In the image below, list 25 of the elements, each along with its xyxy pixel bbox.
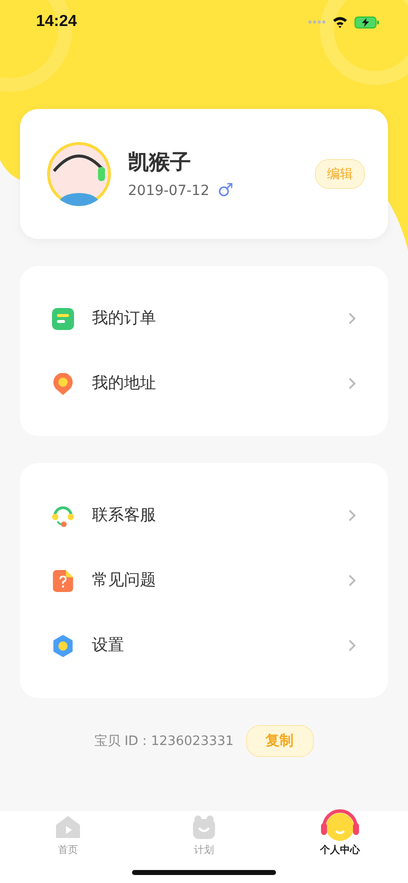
birthday: 2019-07-12 (128, 183, 210, 199)
question-note-icon (52, 570, 74, 592)
avatar (46, 141, 112, 207)
menu-item[interactable]: 我的订单 (20, 286, 388, 351)
baby-id: 宝贝 ID : 1236023331 (94, 733, 234, 750)
chevron-right-icon (348, 574, 356, 587)
battery-icon (354, 16, 380, 28)
document-icon (52, 308, 74, 330)
settings-icon (52, 634, 74, 656)
location-pin-icon (52, 372, 74, 394)
chevron-right-icon (348, 377, 356, 390)
chevron-right-icon (348, 312, 356, 325)
chevron-right-icon (348, 639, 356, 652)
user-name: 凯猴子 (128, 149, 192, 176)
chevron-right-icon (348, 509, 356, 522)
tab-item[interactable]: 个人中心 (272, 813, 408, 857)
menu-item[interactable]: 设置 (20, 613, 388, 678)
cellular-icon (308, 20, 326, 24)
menu-item[interactable]: 联系客服 (20, 483, 388, 548)
gender-symbol: ♂ (217, 182, 234, 200)
headset-icon (52, 504, 74, 526)
status-time: 14:24 (36, 13, 77, 31)
menu-item[interactable]: 我的地址 (20, 351, 388, 416)
menu-item[interactable]: 常见问题 (20, 548, 388, 613)
wifi-icon (332, 16, 348, 28)
